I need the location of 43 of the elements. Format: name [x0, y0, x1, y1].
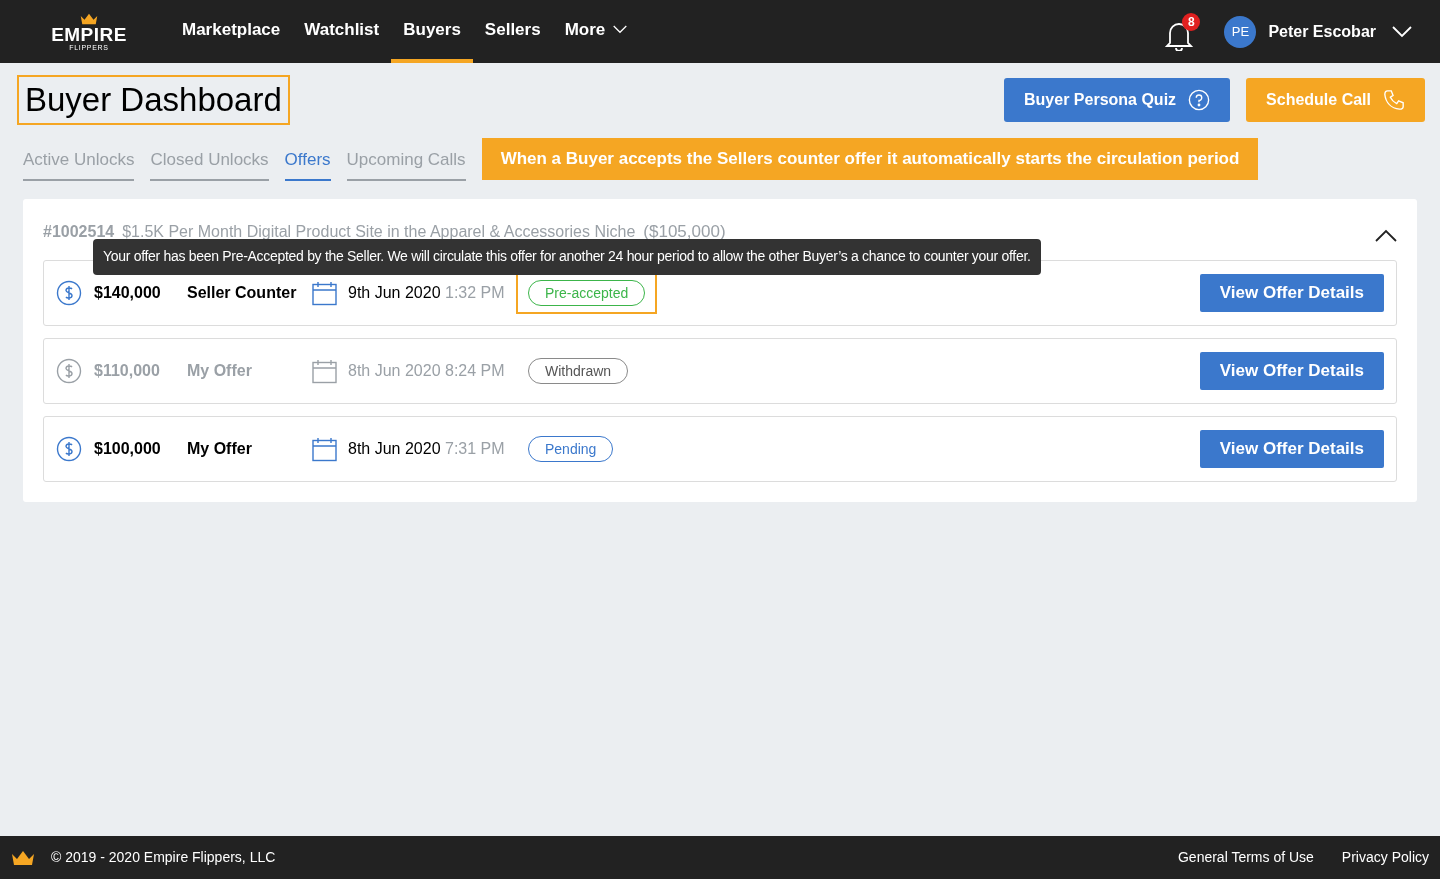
info-banner: When a Buyer accepts the Sellers counter offer it automatically starts the circulation period	[481, 137, 1259, 180]
offer-amount: $140,000	[94, 283, 162, 303]
offer-amount: $110,000	[94, 361, 161, 381]
footer-link[interactable]: Privacy Policy	[1341, 847, 1429, 868]
view-offer-details-button[interactable]: View Offer Details	[1199, 352, 1384, 390]
nav-link[interactable]: Marketplace	[170, 0, 293, 63]
logo-wordmark: EMPIRE	[51, 24, 127, 44]
dollar-icon	[56, 280, 82, 306]
crown-icon	[80, 12, 98, 25]
user-name: Peter Escobar	[1268, 21, 1376, 42]
tab[interactable]: Offers	[284, 147, 331, 181]
offer-date: 9th Jun 2020 1:32 PM	[348, 283, 506, 303]
user-avatar: PE	[1224, 15, 1257, 48]
crown-icon	[11, 849, 35, 866]
nav-link[interactable]: Buyers	[391, 0, 473, 63]
offer-date: 8th Jun 2020 7:31 PM	[348, 439, 506, 459]
offer-amount: $100,000	[94, 439, 162, 459]
offer-type: My Offer	[187, 439, 253, 459]
nav-link[interactable]: Sellers	[472, 0, 553, 63]
page-title: Buyer Dashboard	[17, 75, 290, 125]
footer-link[interactable]: General Terms of Use	[1177, 847, 1314, 868]
collapse-toggle-icon[interactable]	[1375, 228, 1397, 242]
calendar-icon	[312, 358, 337, 384]
dollar-icon	[56, 436, 82, 462]
quiz-button[interactable]: Buyer Persona Quiz	[1004, 78, 1231, 122]
notifications-button[interactable]: 8	[1164, 12, 1201, 51]
user-menu[interactable]: PE Peter Escobar	[1224, 15, 1412, 48]
offer-type: Seller Counter	[187, 283, 298, 303]
dollar-icon	[56, 358, 82, 384]
offer-date: 8th Jun 2020 8:24 PM	[348, 361, 506, 381]
notification-count: 8	[1182, 12, 1201, 31]
nav-link[interactable]: More	[552, 0, 640, 63]
help-icon	[1188, 89, 1211, 111]
nav-link[interactable]: Watchlist	[292, 0, 392, 63]
offer-type: My Offer	[187, 361, 253, 381]
copyright-text: © 2019 - 2020 Empire Flippers, LLC	[51, 848, 276, 867]
calendar-icon	[312, 436, 337, 462]
view-offer-details-button[interactable]: View Offer Details	[1199, 430, 1384, 468]
chevron-down-icon	[1392, 25, 1412, 38]
calendar-icon	[312, 280, 337, 306]
view-offer-details-button[interactable]: View Offer Details	[1199, 274, 1384, 312]
tooltip: Your offer has been Pre-Accepted by the Seller. We will circulate this offer for another 24 hour period to allow the other Buyer’s a chance to counter your offer.	[93, 238, 1041, 275]
phone-icon	[1383, 89, 1405, 111]
